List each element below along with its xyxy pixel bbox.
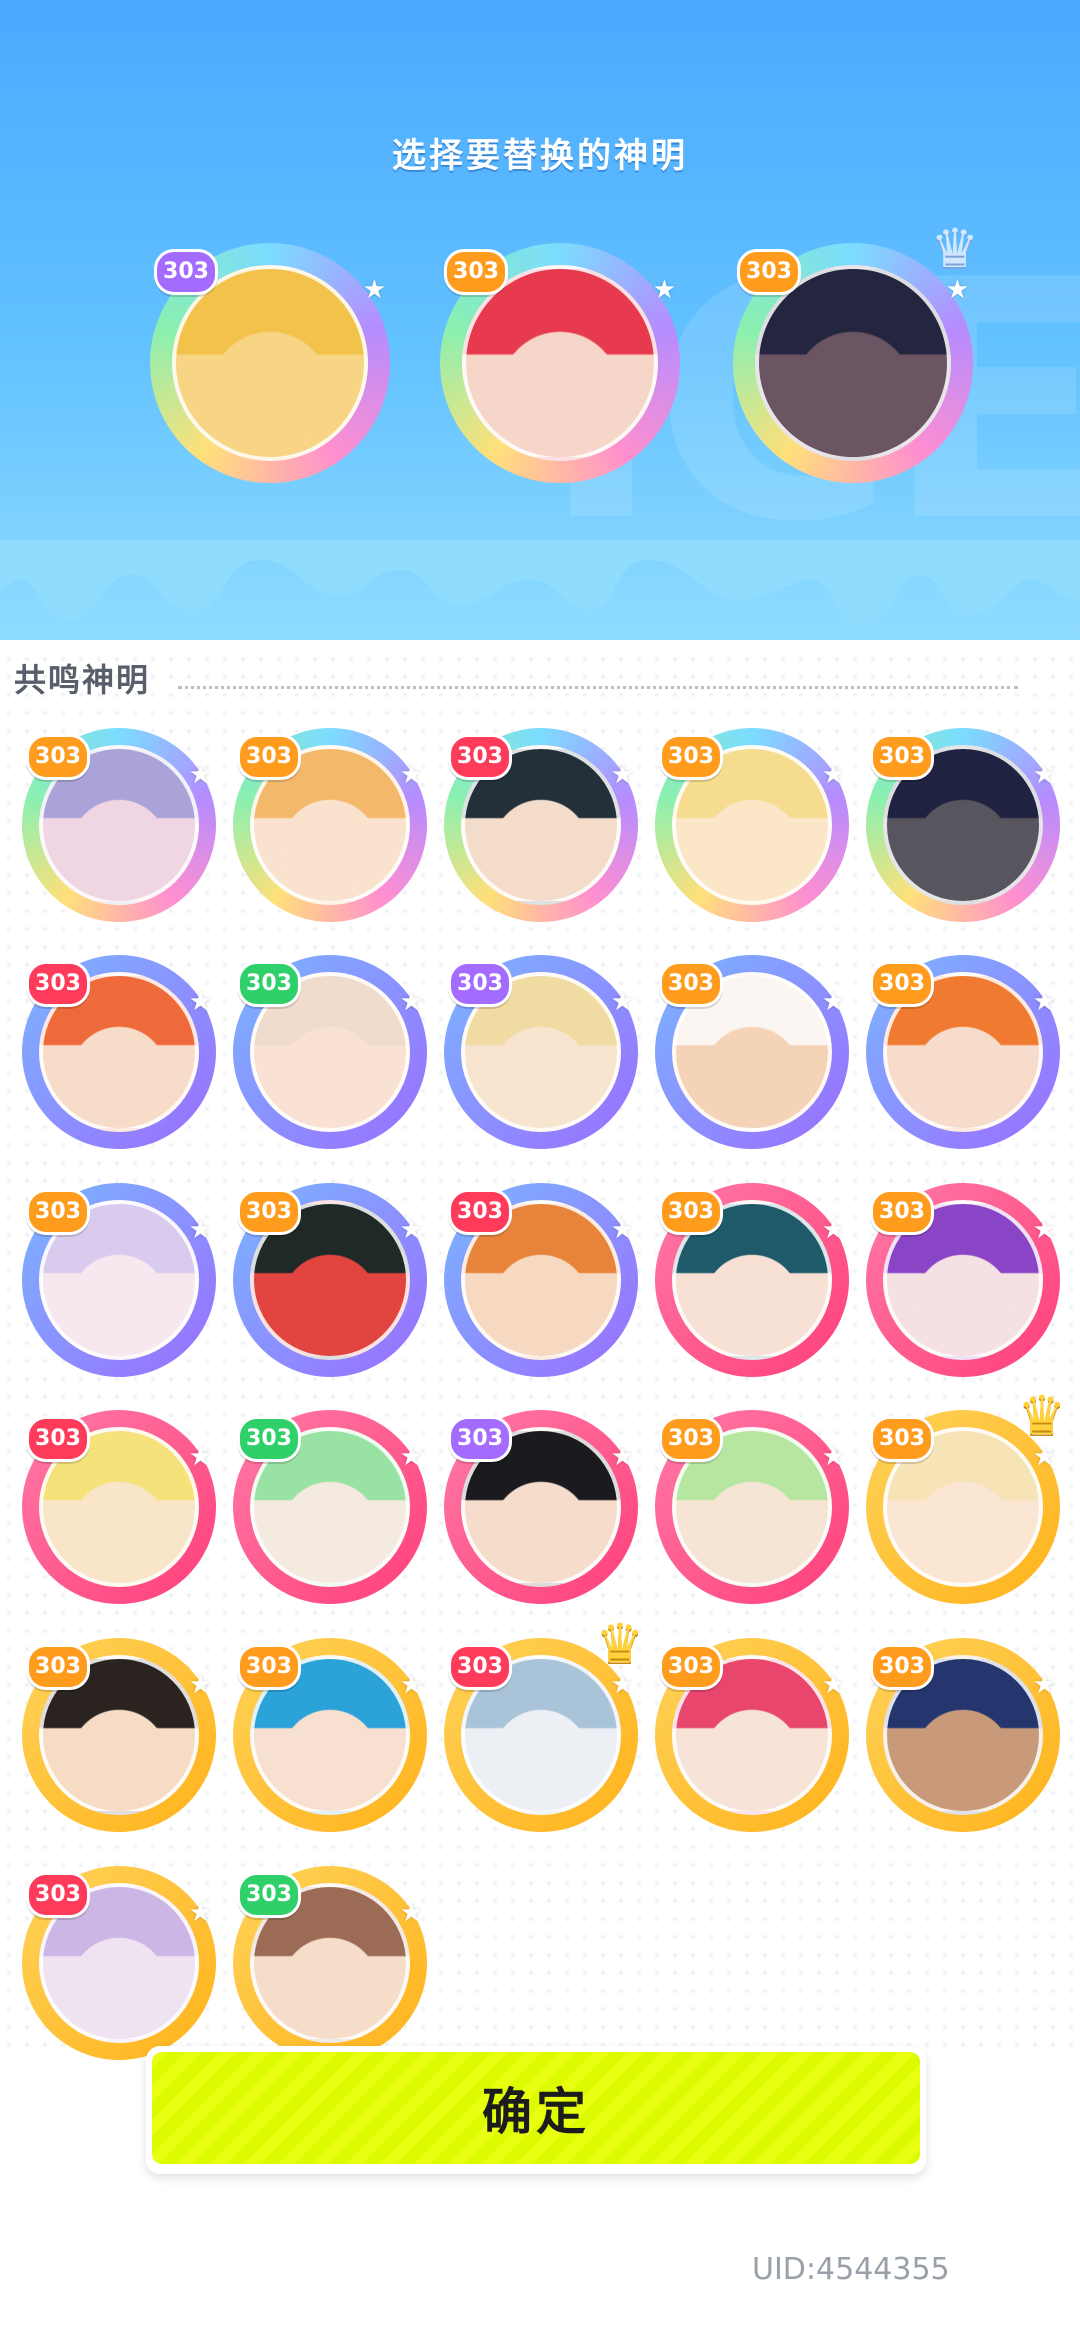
star-icon: ★ xyxy=(399,987,423,1017)
god-badge[interactable]: 303 ★ xyxy=(444,728,638,922)
god-badge[interactable]: 303 ★ xyxy=(866,955,1060,1149)
star-icon: ★ xyxy=(362,275,386,305)
level-badge: 303 xyxy=(659,961,723,1007)
god-badge[interactable]: 303 ★ xyxy=(22,1866,216,2060)
god-badge[interactable]: 303 ★ xyxy=(233,1866,427,2060)
level-badge: 303 xyxy=(154,249,218,295)
god-badge[interactable]: 303 ★ xyxy=(866,1183,1060,1377)
star-icon: ★ xyxy=(821,1442,845,1472)
star-icon: ★ xyxy=(610,1215,634,1245)
level-badge: 303 xyxy=(26,1644,90,1690)
star-icon: ★ xyxy=(399,1215,423,1245)
star-icon: ★ xyxy=(188,1215,212,1245)
level-badge: 303 xyxy=(659,734,723,780)
star-icon: ★ xyxy=(188,1898,212,1928)
star-icon: ★ xyxy=(821,760,845,790)
level-badge: 303 xyxy=(870,1644,934,1690)
god-badge[interactable]: 303 ★ ♛ xyxy=(866,1384,1066,1604)
god-badge[interactable]: 303 ★ xyxy=(233,1183,427,1377)
god-badge[interactable]: 303 ★ xyxy=(866,1638,1060,1832)
level-badge: 303 xyxy=(237,1872,301,1918)
level-badge: 303 xyxy=(737,249,801,295)
section-title: 共鸣神明 xyxy=(14,661,151,699)
god-badge[interactable]: 303 ★ xyxy=(866,728,1060,922)
crown-icon: ♛ xyxy=(930,217,979,280)
level-badge: 303 xyxy=(26,1416,90,1462)
star-icon: ★ xyxy=(821,1215,845,1245)
god-badge[interactable]: 303 ★ xyxy=(150,243,390,483)
god-badge[interactable]: 303 ★ xyxy=(233,955,427,1149)
level-badge: 303 xyxy=(237,1189,301,1235)
god-badge[interactable]: 303 ★ ♛ xyxy=(444,1612,644,1832)
god-badge[interactable]: 303 ★ xyxy=(22,1410,216,1604)
star-icon: ★ xyxy=(1032,760,1056,790)
god-badge[interactable]: 303 ★ xyxy=(655,1638,849,1832)
level-badge: 303 xyxy=(448,1189,512,1235)
star-icon: ★ xyxy=(1032,987,1056,1017)
star-icon: ★ xyxy=(652,275,676,305)
god-badge[interactable]: 303 ★ xyxy=(233,1410,427,1604)
god-badge[interactable]: 303 ★ xyxy=(22,1183,216,1377)
star-icon: ★ xyxy=(399,1670,423,1700)
level-badge: 303 xyxy=(237,1416,301,1462)
star-icon: ★ xyxy=(399,760,423,790)
star-icon: ★ xyxy=(399,1442,423,1472)
level-badge: 303 xyxy=(26,1189,90,1235)
level-badge: 303 xyxy=(237,1644,301,1690)
level-badge: 303 xyxy=(870,961,934,1007)
god-badge[interactable]: 303 ★ xyxy=(444,955,638,1149)
star-icon: ★ xyxy=(821,987,845,1017)
crown-icon: ♛ xyxy=(595,1612,644,1675)
level-badge: 303 xyxy=(448,961,512,1007)
page-title: 选择要替换的神明 xyxy=(392,136,688,176)
level-badge: 303 xyxy=(870,1189,934,1235)
level-badge: 303 xyxy=(659,1189,723,1235)
level-badge: 303 xyxy=(26,961,90,1007)
star-icon: ★ xyxy=(188,987,212,1017)
star-icon: ★ xyxy=(610,1442,634,1472)
god-badge[interactable]: 303 ★ xyxy=(655,728,849,922)
level-badge: 303 xyxy=(26,734,90,780)
level-badge: 303 xyxy=(870,734,934,780)
god-badge[interactable]: 303 ★ xyxy=(440,243,680,483)
section-divider xyxy=(178,686,1018,689)
god-badge[interactable]: 303 ★ xyxy=(233,1638,427,1832)
god-badge[interactable]: 303 ★ ♛ xyxy=(733,217,979,483)
star-icon: ★ xyxy=(188,1442,212,1472)
level-badge: 303 xyxy=(659,1644,723,1690)
star-icon: ★ xyxy=(610,760,634,790)
god-badge[interactable]: 303 ★ xyxy=(655,1183,849,1377)
star-icon: ★ xyxy=(399,1898,423,1928)
level-badge: 303 xyxy=(448,734,512,780)
level-badge: 303 xyxy=(26,1872,90,1918)
god-badge[interactable]: 303 ★ xyxy=(655,955,849,1149)
level-badge: 303 xyxy=(870,1416,934,1462)
god-badge[interactable]: 303 ★ xyxy=(22,1638,216,1832)
star-icon: ★ xyxy=(1032,1215,1056,1245)
level-badge: 303 xyxy=(444,249,508,295)
confirm-button[interactable]: 确定 xyxy=(146,2046,926,2174)
star-icon: ★ xyxy=(188,1670,212,1700)
header-drip xyxy=(0,540,1080,625)
star-icon: ★ xyxy=(188,760,212,790)
star-icon: ★ xyxy=(610,987,634,1017)
confirm-button-label: 确定 xyxy=(152,2052,920,2164)
god-badge[interactable]: 303 ★ xyxy=(22,955,216,1149)
level-badge: 303 xyxy=(448,1644,512,1690)
user-id: UID:4544355 xyxy=(752,2252,950,2287)
level-badge: 303 xyxy=(659,1416,723,1462)
god-badge[interactable]: 303 ★ xyxy=(444,1183,638,1377)
god-badge[interactable]: 303 ★ xyxy=(655,1410,849,1604)
crown-icon: ♛ xyxy=(1017,1384,1066,1447)
level-badge: 303 xyxy=(237,961,301,1007)
level-badge: 303 xyxy=(448,1416,512,1462)
level-badge: 303 xyxy=(237,734,301,780)
star-icon: ★ xyxy=(1032,1670,1056,1700)
god-badge[interactable]: 303 ★ xyxy=(233,728,427,922)
star-icon: ★ xyxy=(821,1670,845,1700)
god-badge[interactable]: 303 ★ xyxy=(22,728,216,922)
god-badge[interactable]: 303 ★ xyxy=(444,1410,638,1604)
